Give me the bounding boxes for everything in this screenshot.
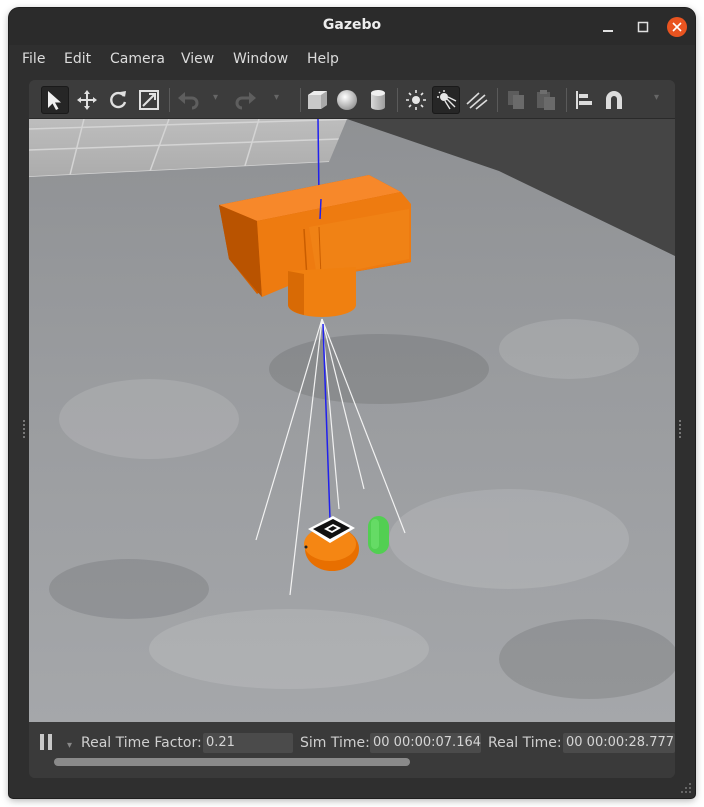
rotate-mode-button[interactable] [104, 86, 132, 114]
copy-button[interactable] [502, 86, 530, 114]
redo-history-caret[interactable]: ▾ [274, 92, 279, 103]
box-icon [308, 91, 327, 109]
sim-time-field: 00 00:00:07.164 [370, 733, 481, 753]
point-light-button[interactable] [402, 86, 430, 114]
real-time-factor-field: 0.21 [203, 733, 293, 753]
green-marker[interactable] [368, 516, 389, 554]
step-caret[interactable]: ▾ [67, 740, 72, 751]
pause-button[interactable] [40, 734, 54, 752]
insert-sphere-button[interactable] [333, 86, 361, 114]
toolbar: ▾ ▾ ▾ [29, 80, 675, 119]
real-time-field: 00 00:00:28.777 [563, 733, 675, 753]
undo-history-caret[interactable]: ▾ [213, 92, 218, 103]
undo-button[interactable] [174, 86, 202, 114]
arrow-cursor-icon [48, 91, 61, 110]
insert-cylinder-button[interactable] [364, 86, 392, 114]
scrollbar-thumb[interactable] [54, 758, 410, 766]
real-time-factor-label: Real Time Factor: [81, 735, 202, 751]
cylinder-icon [371, 90, 385, 110]
insert-box-button[interactable] [303, 86, 331, 114]
horizontal-scrollbar[interactable] [54, 758, 410, 766]
align-button[interactable] [570, 86, 598, 114]
menu-view[interactable]: View [181, 51, 214, 67]
redo-button[interactable] [232, 86, 260, 114]
menu-file[interactable]: File [22, 51, 45, 67]
paste-button[interactable] [532, 86, 560, 114]
render-frame: ▾ ▾ ▾ ▾ Real Time Factor: 0.21 Sim Time:… [29, 80, 675, 778]
status-bar: ▾ Real Time Factor: 0.21 Sim Time: 00 00… [29, 722, 675, 778]
rotate-icon [110, 91, 127, 109]
redo-icon [235, 92, 256, 110]
point-light-icon [406, 90, 426, 110]
maximize-icon [637, 21, 649, 33]
title-bar[interactable]: Gazebo [9, 8, 695, 45]
align-icon [576, 91, 592, 109]
scene-render [29, 119, 675, 722]
spot-light-icon [437, 90, 457, 110]
resize-grip-icon [681, 783, 691, 793]
select-mode-button[interactable] [41, 86, 69, 114]
menu-window[interactable]: Window [233, 51, 288, 67]
toolbar-overflow-caret[interactable]: ▾ [654, 92, 659, 103]
minimize-button[interactable] [598, 17, 618, 37]
menu-edit[interactable]: Edit [64, 51, 91, 67]
close-button[interactable] [667, 17, 687, 37]
sim-time-label: Sim Time: [300, 735, 370, 751]
translate-mode-button[interactable] [73, 86, 101, 114]
snap-button[interactable] [600, 86, 628, 114]
sphere-icon [337, 90, 357, 110]
resize-grip[interactable] [679, 780, 693, 794]
gazebo-window: Gazebo File Edit Camera View Window Help [9, 8, 695, 798]
magnet-icon [606, 91, 622, 109]
directional-light-button[interactable] [463, 86, 491, 114]
copy-icon [508, 91, 524, 109]
scale-mode-button[interactable] [135, 86, 163, 114]
close-icon [672, 22, 682, 32]
menu-camera[interactable]: Camera [110, 51, 165, 67]
window-title: Gazebo [322, 17, 382, 33]
scale-icon [139, 90, 159, 110]
move-arrows-icon [77, 90, 97, 110]
real-time-label: Real Time: [488, 735, 562, 751]
directional-light-icon [466, 92, 488, 110]
3d-viewport[interactable] [29, 119, 675, 722]
maximize-button[interactable] [633, 17, 653, 37]
minimize-icon [603, 30, 613, 32]
paste-icon [537, 90, 555, 110]
spot-light-button[interactable] [432, 86, 460, 114]
pause-icon [40, 734, 52, 750]
left-splitter-handle[interactable] [21, 420, 27, 440]
menu-help[interactable]: Help [307, 51, 339, 67]
menu-bar: File Edit Camera View Window Help [9, 45, 695, 75]
undo-icon [178, 92, 199, 110]
right-splitter-handle[interactable] [677, 420, 683, 440]
